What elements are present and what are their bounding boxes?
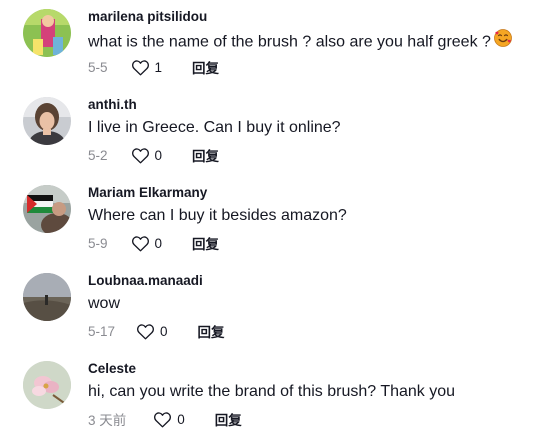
- comment-item: Loubnaa.manaadi wow 5-17 0 回复: [0, 264, 549, 352]
- comment-item: Celeste hi, can you write the brand of t…: [0, 352, 549, 440]
- like-button[interactable]: 0: [136, 323, 168, 340]
- comment-text: what is the name of the brush ? also are…: [88, 29, 512, 54]
- like-button[interactable]: 0: [131, 235, 163, 252]
- like-count: 1: [154, 59, 163, 75]
- heart-icon: [131, 235, 150, 252]
- comment-date: 3 天前: [88, 413, 127, 428]
- heart-icon: [131, 147, 150, 164]
- comment-date: 5-5: [88, 59, 108, 75]
- comment-username[interactable]: Celeste: [88, 361, 136, 376]
- avatar[interactable]: [23, 361, 71, 409]
- comment-meta: 5-17 0 回复: [88, 321, 225, 341]
- like-button[interactable]: 0: [153, 411, 185, 428]
- comment-date: 5-17: [88, 323, 116, 339]
- comment-date: 5-2: [88, 147, 108, 163]
- reply-button[interactable]: 回复: [192, 233, 219, 253]
- avatar[interactable]: [23, 273, 71, 321]
- like-button[interactable]: 1: [131, 59, 163, 76]
- comment-meta: 5-2 0 回复: [88, 145, 219, 165]
- comment-meta: 3 天前 0 回复: [88, 409, 242, 429]
- comment-text: wow: [88, 295, 121, 312]
- smiling-face-with-hearts-emoji-icon: [494, 29, 512, 52]
- comment-text: hi, can you write the brand of this brus…: [88, 383, 456, 400]
- heart-icon: [136, 323, 155, 340]
- avatar[interactable]: [23, 185, 71, 233]
- reply-button[interactable]: 回复: [198, 321, 225, 341]
- avatar[interactable]: [23, 97, 71, 145]
- reply-button[interactable]: 回复: [215, 409, 242, 429]
- like-count: 0: [154, 147, 163, 163]
- comment-text: I live in Greece. Can I buy it online?: [88, 119, 341, 136]
- heart-icon: [131, 59, 150, 76]
- reply-button[interactable]: 回复: [192, 57, 219, 77]
- comment-meta: 5-9 0 回复: [88, 233, 219, 253]
- comment-text-content: what is the name of the brush ? also are…: [88, 33, 491, 51]
- like-count: 0: [177, 411, 185, 427]
- reply-button[interactable]: 回复: [192, 145, 219, 165]
- comment-item: Mariam Elkarmany Where can I buy it besi…: [0, 176, 549, 264]
- comment-username[interactable]: anthi.th: [88, 97, 137, 112]
- comment-item: marilena pitsilidou what is the name of …: [0, 0, 549, 88]
- comment-username[interactable]: Mariam Elkarmany: [88, 185, 207, 200]
- like-count: 0: [160, 323, 168, 339]
- heart-icon: [153, 411, 172, 428]
- comment-username[interactable]: Loubnaa.manaadi: [88, 273, 203, 288]
- comment-username[interactable]: marilena pitsilidou: [88, 9, 207, 24]
- comment-date: 5-9: [88, 235, 108, 251]
- like-button[interactable]: 0: [131, 147, 163, 164]
- avatar[interactable]: [23, 9, 71, 57]
- comment-meta: 5-5 1 回复: [88, 57, 219, 77]
- like-count: 0: [154, 235, 163, 251]
- comment-item: anthi.th I live in Greece. Can I buy it …: [0, 88, 549, 176]
- comment-text: Where can I buy it besides amazon?: [88, 207, 347, 224]
